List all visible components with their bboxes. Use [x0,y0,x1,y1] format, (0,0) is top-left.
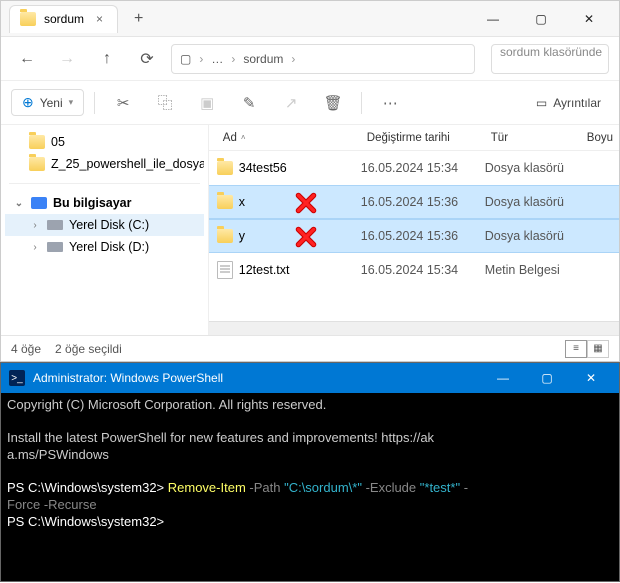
column-type[interactable]: Tür [485,132,581,144]
sidebar-item-z25[interactable]: Z_25_powershell_ile_dosya [5,153,204,175]
folder-icon [217,161,233,175]
close-button[interactable]: ✕ [571,366,611,390]
plus-icon: ⊕ [22,94,34,111]
chevron-right-icon: › [29,242,41,253]
statusbar: 4 öğe 2 öğe seçildi ≡ ▦ [1,335,619,361]
file-pane: Ad ˄ Değiştirme tarihi Tür Boyu 34test56… [209,125,619,335]
file-row[interactable]: 12test.txt 16.05.2024 15:34Metin Belgesi [209,253,619,287]
view-details-button[interactable]: ≡ [565,340,587,358]
view-icons-button[interactable]: ▦ [587,340,609,358]
sidebar: 05 Z_25_powershell_ile_dosya ⌄ Bu bilgis… [1,125,209,335]
sidebar-pc-label: Bu bilgisayar [53,196,132,210]
folder-icon [217,195,233,209]
refresh-button[interactable]: ⟳ [131,43,163,75]
new-button[interactable]: ⊕ Yeni ▾ [11,89,84,116]
sidebar-item-label: Z_25_powershell_ile_dosya [51,157,204,171]
file-row[interactable]: y 16.05.2024 15:36Dosya klasörü [209,219,619,253]
selected-count: 2 öğe seçildi [55,342,122,356]
file-name: 12test.txt [239,263,290,277]
more-button[interactable]: ⋯ [372,87,408,119]
paste-button[interactable]: ▣ [189,87,225,119]
textfile-icon [217,261,233,279]
sidebar-drive-label: Yerel Disk (D:) [69,240,149,254]
rename-button[interactable]: ✎ [231,87,267,119]
powershell-terminal[interactable]: Copyright (C) Microsoft Corporation. All… [1,393,619,535]
share-button[interactable]: ↗ [273,87,309,119]
sidebar-drive-label: Yerel Disk (C:) [69,218,149,232]
column-size[interactable]: Boyu [581,132,619,144]
cut-button[interactable]: ✂ [105,87,141,119]
navbar: ← → ↑ ⟳ ▢ › … › sordum › sordum klasörün… [1,37,619,81]
pc-icon [31,197,47,209]
folder-icon [29,135,45,149]
sidebar-this-pc[interactable]: ⌄ Bu bilgisayar [5,192,204,214]
sort-up-icon: ˄ [241,133,246,142]
forward-button[interactable]: → [51,43,83,75]
details-icon: ▭ [536,96,547,110]
maximize-button[interactable]: ▢ [527,366,567,390]
tab-label: sordum [44,12,84,26]
titlebar[interactable]: sordum × + — ▢ ✕ [1,1,619,37]
file-date: 16.05.2024 15:34 [361,263,485,277]
file-type: Dosya klasörü [485,161,581,175]
folder-icon [20,12,36,26]
details-label: Ayrıntılar [553,96,601,110]
horizontal-scrollbar[interactable] [209,321,619,335]
folder-icon [217,229,233,243]
item-count: 4 öğe [11,342,41,356]
new-label: Yeni [40,96,63,110]
sidebar-item-label: 05 [51,135,65,149]
new-tab-button[interactable]: + [126,6,151,32]
chevron-right-icon: › [231,52,235,66]
file-row[interactable]: x 16.05.2024 15:36Dosya klasörü [209,185,619,219]
column-date[interactable]: Değiştirme tarihi [361,132,485,144]
breadcrumb-folder[interactable]: sordum [243,52,283,66]
sidebar-drive-c[interactable]: › Yerel Disk (C:) [5,214,204,236]
minimize-button[interactable]: — [471,5,515,33]
powershell-window: >_ Administrator: Windows PowerShell — ▢… [0,362,620,582]
up-button[interactable]: ↑ [91,43,123,75]
maximize-button[interactable]: ▢ [519,5,563,33]
file-name: y [239,229,245,243]
disk-icon [47,220,63,230]
powershell-titlebar[interactable]: >_ Administrator: Windows PowerShell — ▢… [1,363,619,393]
disk-icon [47,242,63,252]
pc-icon: ▢ [180,52,191,66]
file-type: Dosya klasörü [485,195,581,209]
folder-icon [29,157,45,171]
close-button[interactable]: ✕ [567,5,611,33]
sidebar-item-05[interactable]: 05 [5,131,204,153]
column-name[interactable]: Ad ˄ [217,132,361,144]
copy-button[interactable]: ⿻ [147,87,183,119]
back-button[interactable]: ← [11,43,43,75]
file-type: Dosya klasörü [485,229,581,243]
minimize-button[interactable]: — [483,366,523,390]
file-type: Metin Belgesi [485,263,581,277]
close-icon[interactable]: × [92,12,107,26]
file-name: x [239,195,245,209]
sidebar-drive-d[interactable]: › Yerel Disk (D:) [5,236,204,258]
explorer-window: sordum × + — ▢ ✕ ← → ↑ ⟳ ▢ › … › sordum … [0,0,620,362]
file-date: 16.05.2024 15:36 [361,229,485,243]
chevron-right-icon: › [199,52,203,66]
search-input[interactable]: sordum klasöründe [491,44,609,74]
chevron-right-icon: › [29,220,41,231]
file-date: 16.05.2024 15:36 [361,195,485,209]
toolbar: ⊕ Yeni ▾ ✂ ⿻ ▣ ✎ ↗ 🗑 ⋯ ▭ Ayrıntılar [1,81,619,125]
breadcrumb-dots[interactable]: … [211,52,223,66]
breadcrumb[interactable]: ▢ › … › sordum › [171,44,475,74]
chevron-down-icon: ▾ [69,97,74,108]
powershell-title: Administrator: Windows PowerShell [33,371,223,385]
tab-sordum[interactable]: sordum × [9,5,118,33]
delete-button[interactable]: 🗑 [315,87,351,119]
file-name: 34test56 [239,161,287,175]
column-headers[interactable]: Ad ˄ Değiştirme tarihi Tür Boyu [209,125,619,151]
file-date: 16.05.2024 15:34 [361,161,485,175]
powershell-icon: >_ [9,370,25,386]
chevron-down-icon: ⌄ [13,198,25,209]
chevron-right-icon: › [291,52,295,66]
file-row[interactable]: 34test56 16.05.2024 15:34Dosya klasörü [209,151,619,185]
details-button[interactable]: ▭ Ayrıntılar [528,92,609,114]
